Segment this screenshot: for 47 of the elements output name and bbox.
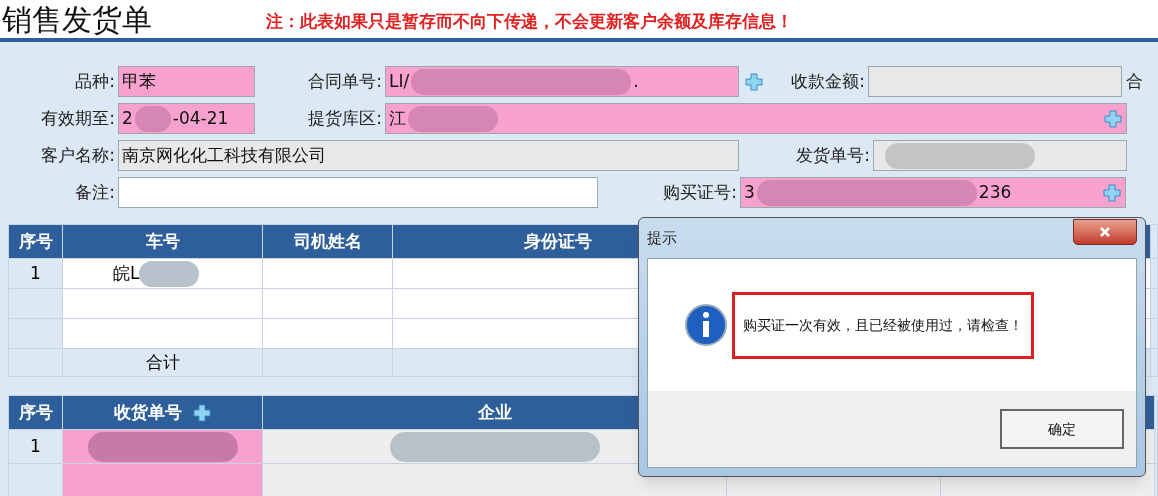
field-value: 3	[744, 180, 755, 204]
table-cell: 合计	[63, 349, 263, 376]
field-value: -04-21	[172, 106, 229, 130]
input-field[interactable]	[873, 140, 1127, 171]
dialog-message: 购买证一次有效，且已经被使用过，请检查！	[732, 291, 1034, 359]
column-header: 车号	[63, 225, 263, 258]
close-button[interactable]	[1073, 219, 1137, 245]
field-value: LI/	[389, 69, 410, 93]
column-header: 司机姓名	[263, 225, 393, 258]
add-icon[interactable]	[744, 71, 764, 92]
field-label: 发货单号:	[796, 143, 870, 167]
field-label: 合同单号:	[308, 69, 382, 93]
column-header: 序号	[9, 225, 63, 258]
field-value: 236	[978, 180, 1012, 204]
input-field[interactable]: 江	[385, 103, 1127, 134]
table-cell: 皖L	[63, 259, 263, 288]
field-label: 备注:	[75, 180, 115, 204]
field-label: 合	[1126, 69, 1143, 93]
field-label: 提货库区:	[308, 106, 382, 130]
input-field[interactable]: 南京网化化工科技有限公司	[118, 140, 739, 171]
ok-button[interactable]: 确定	[1000, 409, 1124, 449]
add-icon[interactable]	[1102, 182, 1122, 203]
input-field[interactable]: LI/ .	[385, 66, 739, 97]
field-label: 品种:	[75, 69, 115, 93]
column-header: 收货单号	[63, 396, 263, 429]
page-title: 销售发货单	[1, 0, 153, 39]
field-label: 收款金额:	[791, 69, 865, 93]
add-icon[interactable]	[191, 402, 212, 423]
input-field[interactable]: 2 -04-21	[118, 103, 255, 134]
dialog-title: 提示	[647, 227, 677, 249]
field-value: 2	[122, 106, 133, 130]
input-field[interactable]: 3 236	[740, 177, 1126, 208]
field-value: .	[633, 69, 639, 93]
field-value: 江	[389, 106, 406, 130]
input-field[interactable]	[118, 177, 598, 208]
field-label: 客户名称:	[41, 143, 115, 167]
field-label: 有效期至:	[41, 106, 115, 130]
field-label: 购买证号:	[663, 180, 737, 204]
input-field[interactable]	[868, 66, 1122, 97]
field-value: 南京网化化工科技有限公司	[122, 143, 326, 167]
info-icon	[684, 303, 728, 347]
column-header: 序号	[9, 396, 63, 429]
notice-text: 注：此表如果只是暂存而不向下传递，不会更新客户余额及库存信息！	[266, 10, 793, 34]
field-value: 甲苯	[122, 69, 156, 93]
input-field[interactable]: 甲苯	[118, 66, 255, 97]
close-icon[interactable]	[1099, 226, 1111, 238]
add-icon[interactable]	[1103, 108, 1123, 129]
